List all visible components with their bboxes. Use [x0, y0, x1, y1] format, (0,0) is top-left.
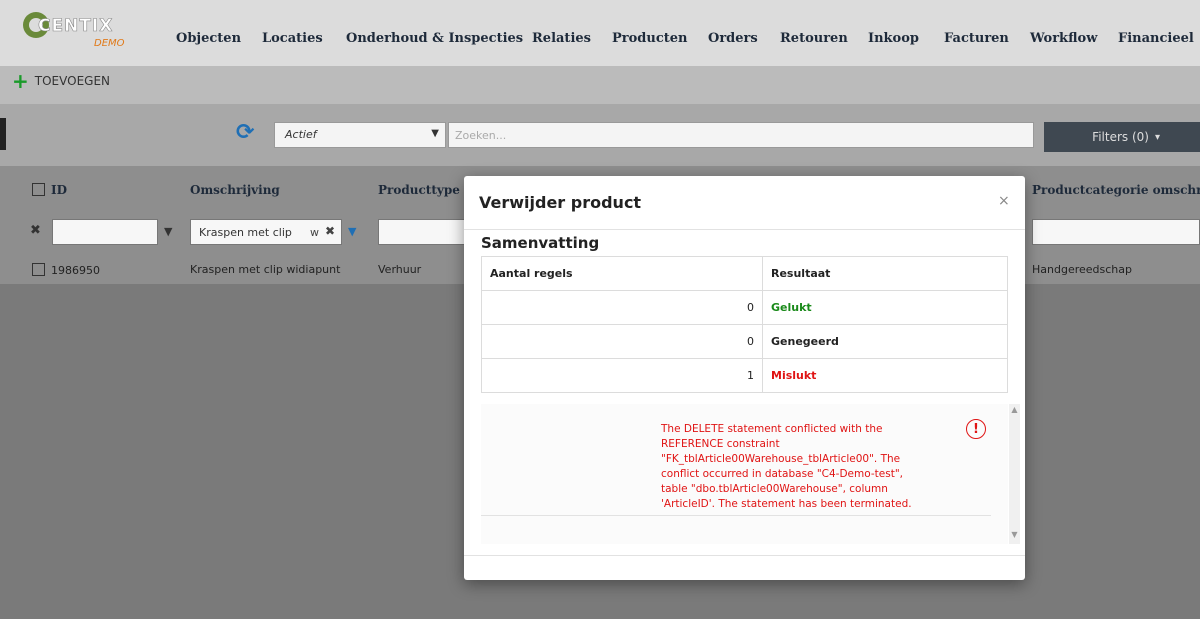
close-icon[interactable]: ×	[998, 193, 1010, 209]
dialog-divider	[464, 229, 1025, 230]
filter-icon[interactable]: ▼	[164, 225, 172, 238]
nav-facturen[interactable]: Facturen	[944, 31, 1009, 46]
nav-retouren[interactable]: Retouren	[780, 31, 848, 46]
filters-button[interactable]: Filters (0) ▾	[1044, 122, 1200, 152]
table-row: 0 Genegeerd	[481, 324, 1008, 359]
row-omschrijving-cell: Kraspen met clip widiapunt	[190, 263, 341, 276]
nav-orders[interactable]: Orders	[708, 31, 758, 46]
clear-filters-icon[interactable]: ✖	[30, 223, 41, 238]
add-button[interactable]: + TOEVOEGEN	[12, 69, 111, 93]
dialog-title: Verwijder product	[479, 193, 642, 212]
status-select[interactable]: Actief ▼	[274, 122, 446, 148]
producttype-filter-input[interactable]	[378, 219, 466, 245]
scrollbar[interactable]	[1009, 404, 1020, 544]
omschrijving-filter-suffix: w	[310, 226, 319, 239]
nav-financieel[interactable]: Financieel	[1118, 31, 1194, 46]
count-cell: 1	[481, 358, 763, 393]
summary-header-row: Aantal regels Resultaat	[481, 256, 1008, 291]
scroll-down-icon[interactable]: ▼	[1009, 530, 1020, 539]
omschrijving-filter-value: Kraspen met clip	[199, 226, 292, 239]
column-header-result: Resultaat	[762, 256, 1008, 291]
column-header-id-label: ID	[51, 183, 68, 197]
id-filter-input[interactable]	[52, 219, 158, 245]
clear-input-icon[interactable]: ✖	[325, 224, 335, 238]
column-header-producttype[interactable]: Producttype	[378, 183, 460, 197]
nav-relaties[interactable]: Relaties	[532, 31, 591, 46]
table-row: 1 Mislukt	[481, 358, 1008, 393]
svg-text:CENTIX: CENTIX	[38, 16, 113, 36]
status-select-value: Actief	[285, 128, 317, 141]
omschrijving-filter-input[interactable]: Kraspen met clip w ✖	[190, 219, 342, 245]
row-id-cell: 1986950	[32, 263, 100, 277]
column-header-count: Aantal regels	[481, 256, 763, 291]
error-message: The DELETE statement conflicted with the…	[661, 423, 912, 510]
caret-down-icon: ▾	[1154, 131, 1160, 143]
column-header-productcategorie[interactable]: Productcategorie omschrijving	[1032, 183, 1200, 197]
productcategorie-filter-input[interactable]	[1032, 219, 1200, 245]
chevron-down-icon: ▼	[431, 128, 439, 139]
count-cell: 0	[481, 290, 763, 325]
centix-logo[interactable]: CENTIX DEMO	[22, 8, 142, 52]
nav-workflow[interactable]: Workflow	[1030, 31, 1097, 46]
row-productcategorie-cell: Handgereedschap	[1032, 263, 1132, 276]
row-id-value: 1986950	[51, 264, 100, 277]
column-header-omschrijving[interactable]: Omschrijving	[190, 183, 280, 197]
active-filter-icon[interactable]: ▼	[348, 225, 356, 238]
nav-onderhoud-inspecties[interactable]: Onderhoud & Inspecties	[346, 31, 523, 46]
refresh-icon[interactable]: ⟳	[236, 120, 254, 145]
result-failed: Mislukt	[762, 358, 1008, 393]
column-header-id[interactable]: ID	[32, 183, 67, 197]
delete-product-dialog: Verwijder product × Samenvatting Aantal …	[464, 176, 1025, 580]
add-button-label: TOEVOEGEN	[34, 74, 111, 88]
action-toolbar	[0, 66, 1200, 104]
nav-producten[interactable]: Producten	[612, 31, 687, 46]
dialog-footer-divider	[464, 555, 1025, 556]
search-placeholder: Zoeken...	[455, 129, 507, 142]
row-checkbox[interactable]	[32, 263, 45, 276]
side-handle[interactable]	[0, 118, 6, 150]
nav-locaties[interactable]: Locaties	[262, 31, 323, 46]
count-cell: 0	[481, 324, 763, 359]
row-producttype-cell: Verhuur	[378, 263, 422, 276]
error-divider	[481, 515, 991, 516]
svg-text:DEMO: DEMO	[94, 38, 125, 49]
error-icon: !	[966, 419, 986, 439]
result-success: Gelukt	[762, 290, 1008, 325]
summary-table: Aantal regels Resultaat 0 Gelukt 0 Geneg…	[481, 256, 1008, 393]
plus-icon: +	[12, 69, 29, 93]
scroll-up-icon[interactable]: ▲	[1009, 405, 1020, 414]
select-all-checkbox[interactable]	[32, 183, 45, 196]
nav-objecten[interactable]: Objecten	[176, 31, 241, 46]
table-row: 0 Gelukt	[481, 290, 1008, 325]
filters-button-label: Filters (0)	[1092, 130, 1149, 144]
search-input[interactable]: Zoeken...	[448, 122, 1034, 148]
nav-inkoop[interactable]: Inkoop	[868, 31, 919, 46]
summary-heading: Samenvatting	[481, 234, 600, 252]
result-ignored: Genegeerd	[762, 324, 1008, 359]
